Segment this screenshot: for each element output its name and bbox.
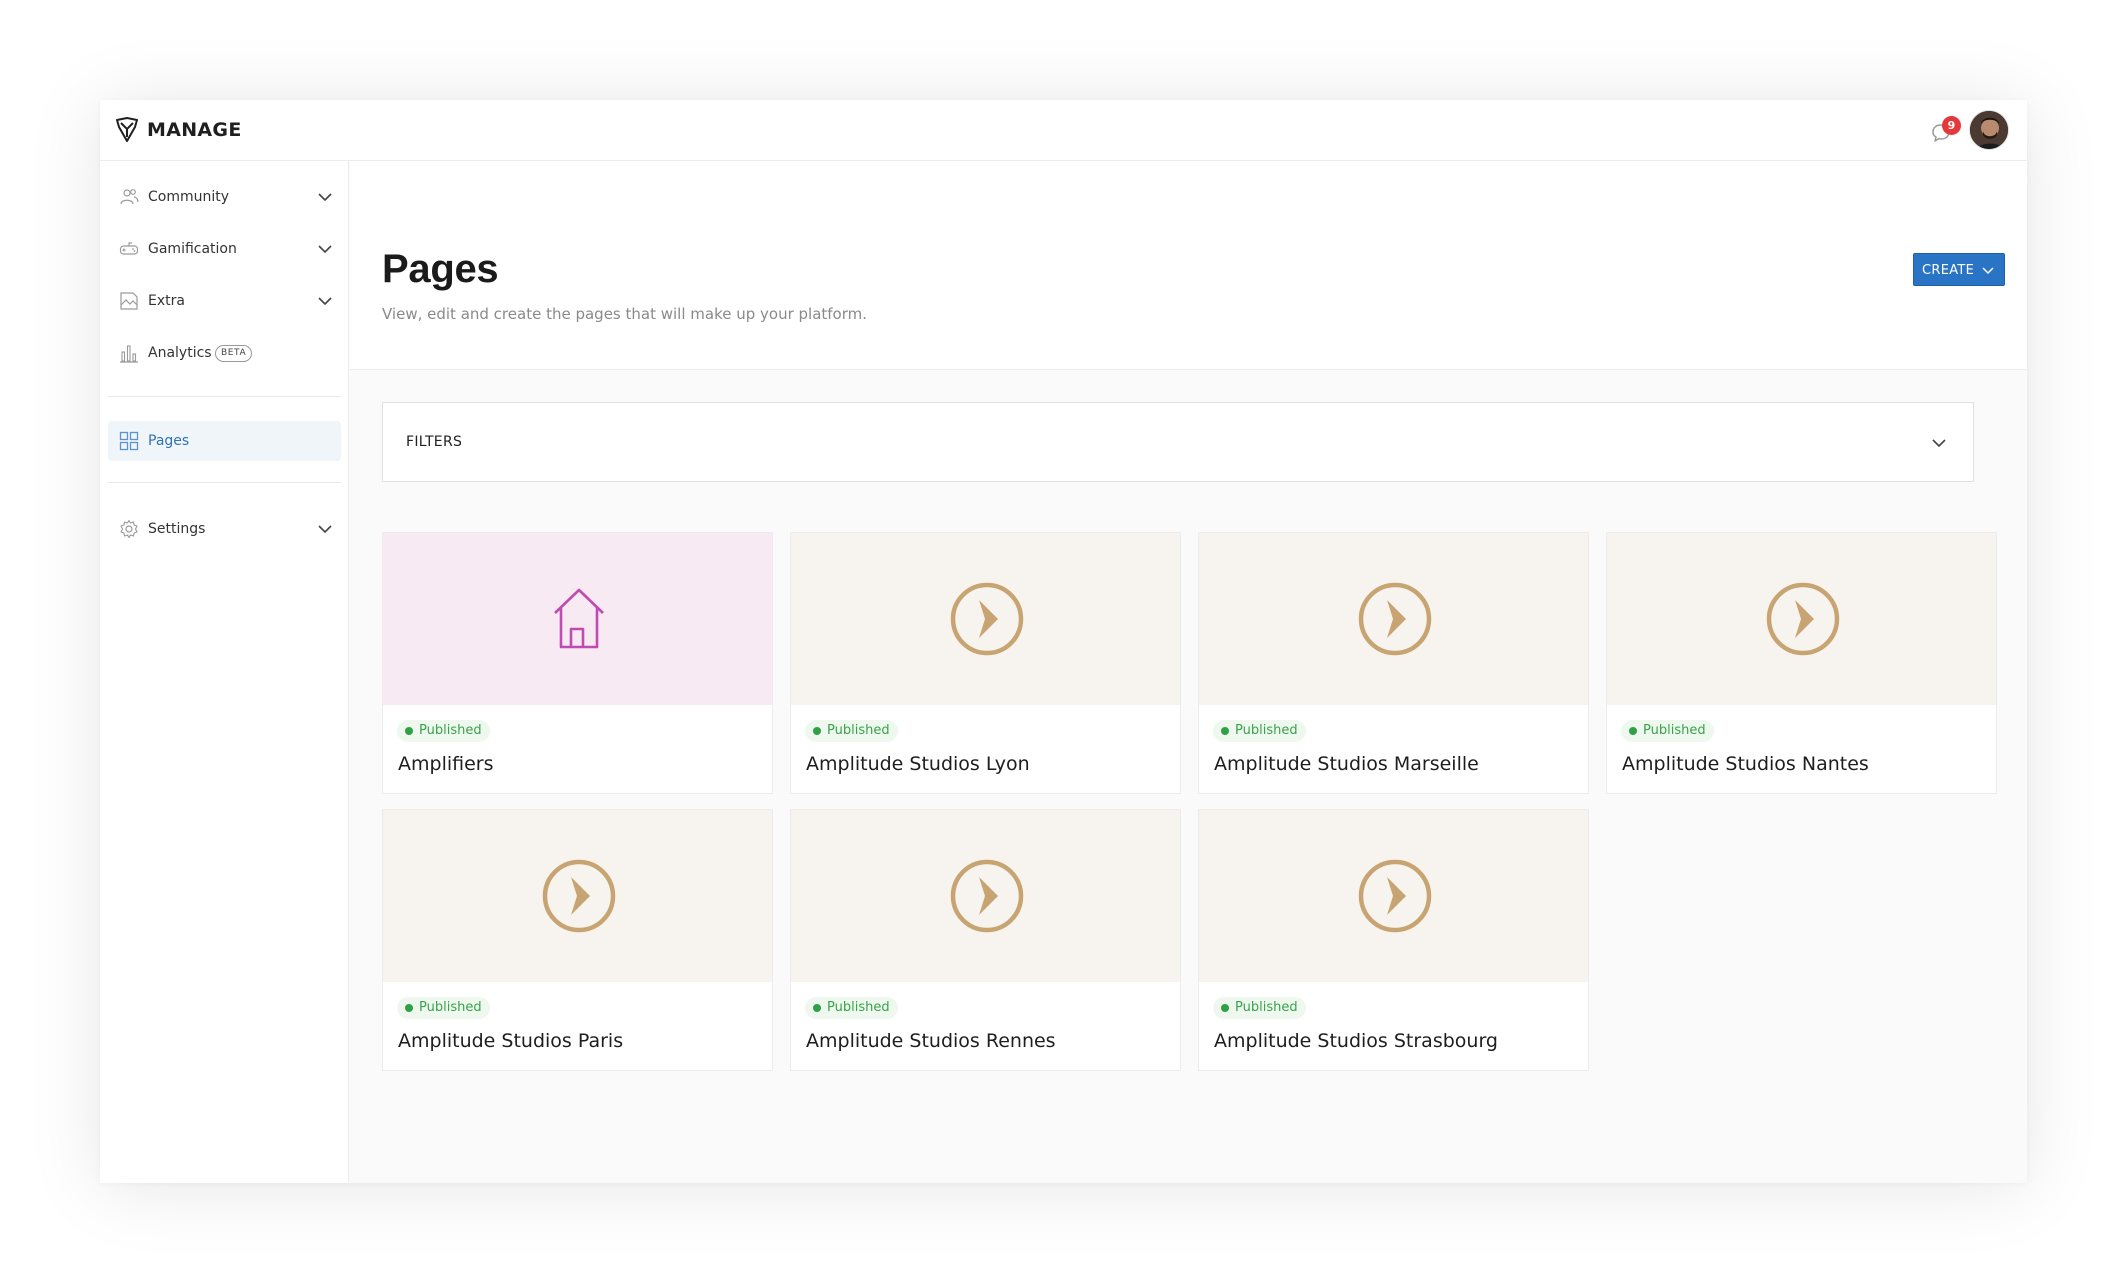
status-label: Published	[1235, 1000, 1298, 1015]
filters-panel[interactable]: FILTERS	[382, 402, 1974, 482]
page-card[interactable]: Published Amplitude Studios Strasbourg	[1198, 809, 1589, 1071]
status-dot	[813, 1004, 821, 1012]
chevron-down-icon	[318, 193, 332, 202]
status-label: Published	[419, 1000, 482, 1015]
arrow-circle-icon	[1766, 582, 1839, 656]
sidebar-divider	[108, 482, 341, 483]
status-label: Published	[827, 723, 890, 738]
arrow-circle-icon	[542, 859, 615, 933]
chevron-down-icon	[318, 525, 332, 534]
card-title: Amplitude Studios Paris	[398, 1030, 624, 1052]
arrow-circle-icon	[1358, 859, 1431, 933]
status-label: Published	[1235, 723, 1298, 738]
sidebar-item-label: Settings	[148, 521, 206, 537]
status-badge: Published	[1621, 720, 1714, 742]
page-title: Pages	[382, 247, 499, 291]
card-thumbnail	[1199, 533, 1588, 705]
filters-label: FILTERS	[406, 434, 463, 450]
sidebar-divider	[108, 396, 341, 397]
page-subtitle: View, edit and create the pages that wil…	[382, 305, 868, 323]
user-avatar[interactable]	[1969, 110, 2009, 150]
sidebar-item-pages[interactable]: Pages	[108, 421, 341, 461]
card-thumbnail	[791, 810, 1180, 982]
page-card[interactable]: Published Amplitude Studios Rennes	[790, 809, 1181, 1071]
chevron-down-icon	[1932, 439, 1946, 448]
status-dot	[1629, 727, 1637, 735]
status-label: Published	[1643, 723, 1706, 738]
grid-icon	[119, 431, 139, 451]
arrow-circle-icon	[950, 582, 1023, 656]
card-title: Amplifiers	[398, 753, 494, 775]
app-window: MANAGE 9 Community Gamification Extra An…	[100, 100, 2027, 1183]
notification-count-badge: 9	[1942, 116, 1961, 135]
home-icon	[553, 588, 604, 649]
sidebar-item-gamification[interactable]: Gamification	[108, 229, 341, 269]
brand[interactable]: MANAGE	[115, 117, 242, 143]
sidebar-item-label: Community	[148, 189, 230, 205]
sidebar-item-label: Analytics	[148, 345, 212, 361]
sidebar-item-analytics[interactable]: Analytics BETA	[108, 333, 341, 373]
card-title: Amplitude Studios Rennes	[806, 1030, 1056, 1052]
status-badge: Published	[1213, 720, 1306, 742]
page-card[interactable]: Published Amplitude Studios Marseille	[1198, 532, 1589, 794]
sidebar-item-label: Pages	[148, 433, 190, 449]
status-label: Published	[419, 723, 482, 738]
status-badge: Published	[1213, 997, 1306, 1019]
status-dot	[405, 727, 413, 735]
card-title: Amplitude Studios Strasbourg	[1214, 1030, 1498, 1052]
card-thumbnail	[1199, 810, 1588, 982]
status-dot	[405, 1004, 413, 1012]
page-card[interactable]: Published Amplitude Studios Paris	[382, 809, 773, 1071]
community-icon	[120, 189, 139, 205]
chevron-down-icon	[318, 245, 332, 254]
sidebar-item-label: Extra	[148, 293, 185, 309]
card-thumbnail	[1607, 533, 1996, 705]
page-header: Pages View, edit and create the pages th…	[350, 161, 2027, 370]
arrow-circle-icon	[950, 859, 1023, 933]
card-title: Amplitude Studios Marseille	[1214, 753, 1479, 775]
extra-icon	[120, 292, 138, 310]
bar-chart-icon	[120, 345, 138, 363]
status-label: Published	[827, 1000, 890, 1015]
sidebar: Community Gamification Extra Analytics B…	[100, 161, 349, 1183]
page-card[interactable]: Published Amplifiers	[382, 532, 773, 794]
avatar-image	[1970, 111, 2008, 149]
sidebar-item-community[interactable]: Community	[108, 177, 341, 217]
status-badge: Published	[397, 720, 490, 742]
card-title: Amplitude Studios Nantes	[1622, 753, 1869, 775]
gamepad-icon	[119, 242, 139, 255]
sidebar-item-extra[interactable]: Extra	[108, 281, 341, 321]
brand-name: MANAGE	[147, 119, 242, 141]
page-card[interactable]: Published Amplitude Studios Nantes	[1606, 532, 1997, 794]
sidebar-item-settings[interactable]: Settings	[108, 509, 341, 549]
beta-badge: BETA	[215, 345, 253, 362]
gear-icon	[120, 519, 138, 539]
status-dot	[1221, 1004, 1229, 1012]
arrow-circle-icon	[1358, 582, 1431, 656]
status-dot	[1221, 727, 1229, 735]
sidebar-item-label: Gamification	[148, 241, 237, 257]
card-thumbnail	[383, 810, 772, 982]
notifications-button[interactable]: 9	[1926, 116, 1961, 150]
page-card[interactable]: Published Amplitude Studios Lyon	[790, 532, 1181, 794]
card-title: Amplitude Studios Lyon	[806, 753, 1030, 775]
chevron-down-icon	[1982, 267, 1994, 275]
shield-logo-icon	[116, 117, 138, 142]
top-bar: MANAGE 9	[100, 100, 2027, 161]
chevron-down-icon	[318, 297, 332, 306]
status-badge: Published	[805, 720, 898, 742]
status-dot	[813, 727, 821, 735]
card-thumbnail	[383, 533, 772, 705]
status-badge: Published	[805, 997, 898, 1019]
create-button-label: CREATE	[1922, 263, 1975, 278]
create-button[interactable]: CREATE	[1913, 253, 2005, 286]
card-thumbnail	[791, 533, 1180, 705]
status-badge: Published	[397, 997, 490, 1019]
